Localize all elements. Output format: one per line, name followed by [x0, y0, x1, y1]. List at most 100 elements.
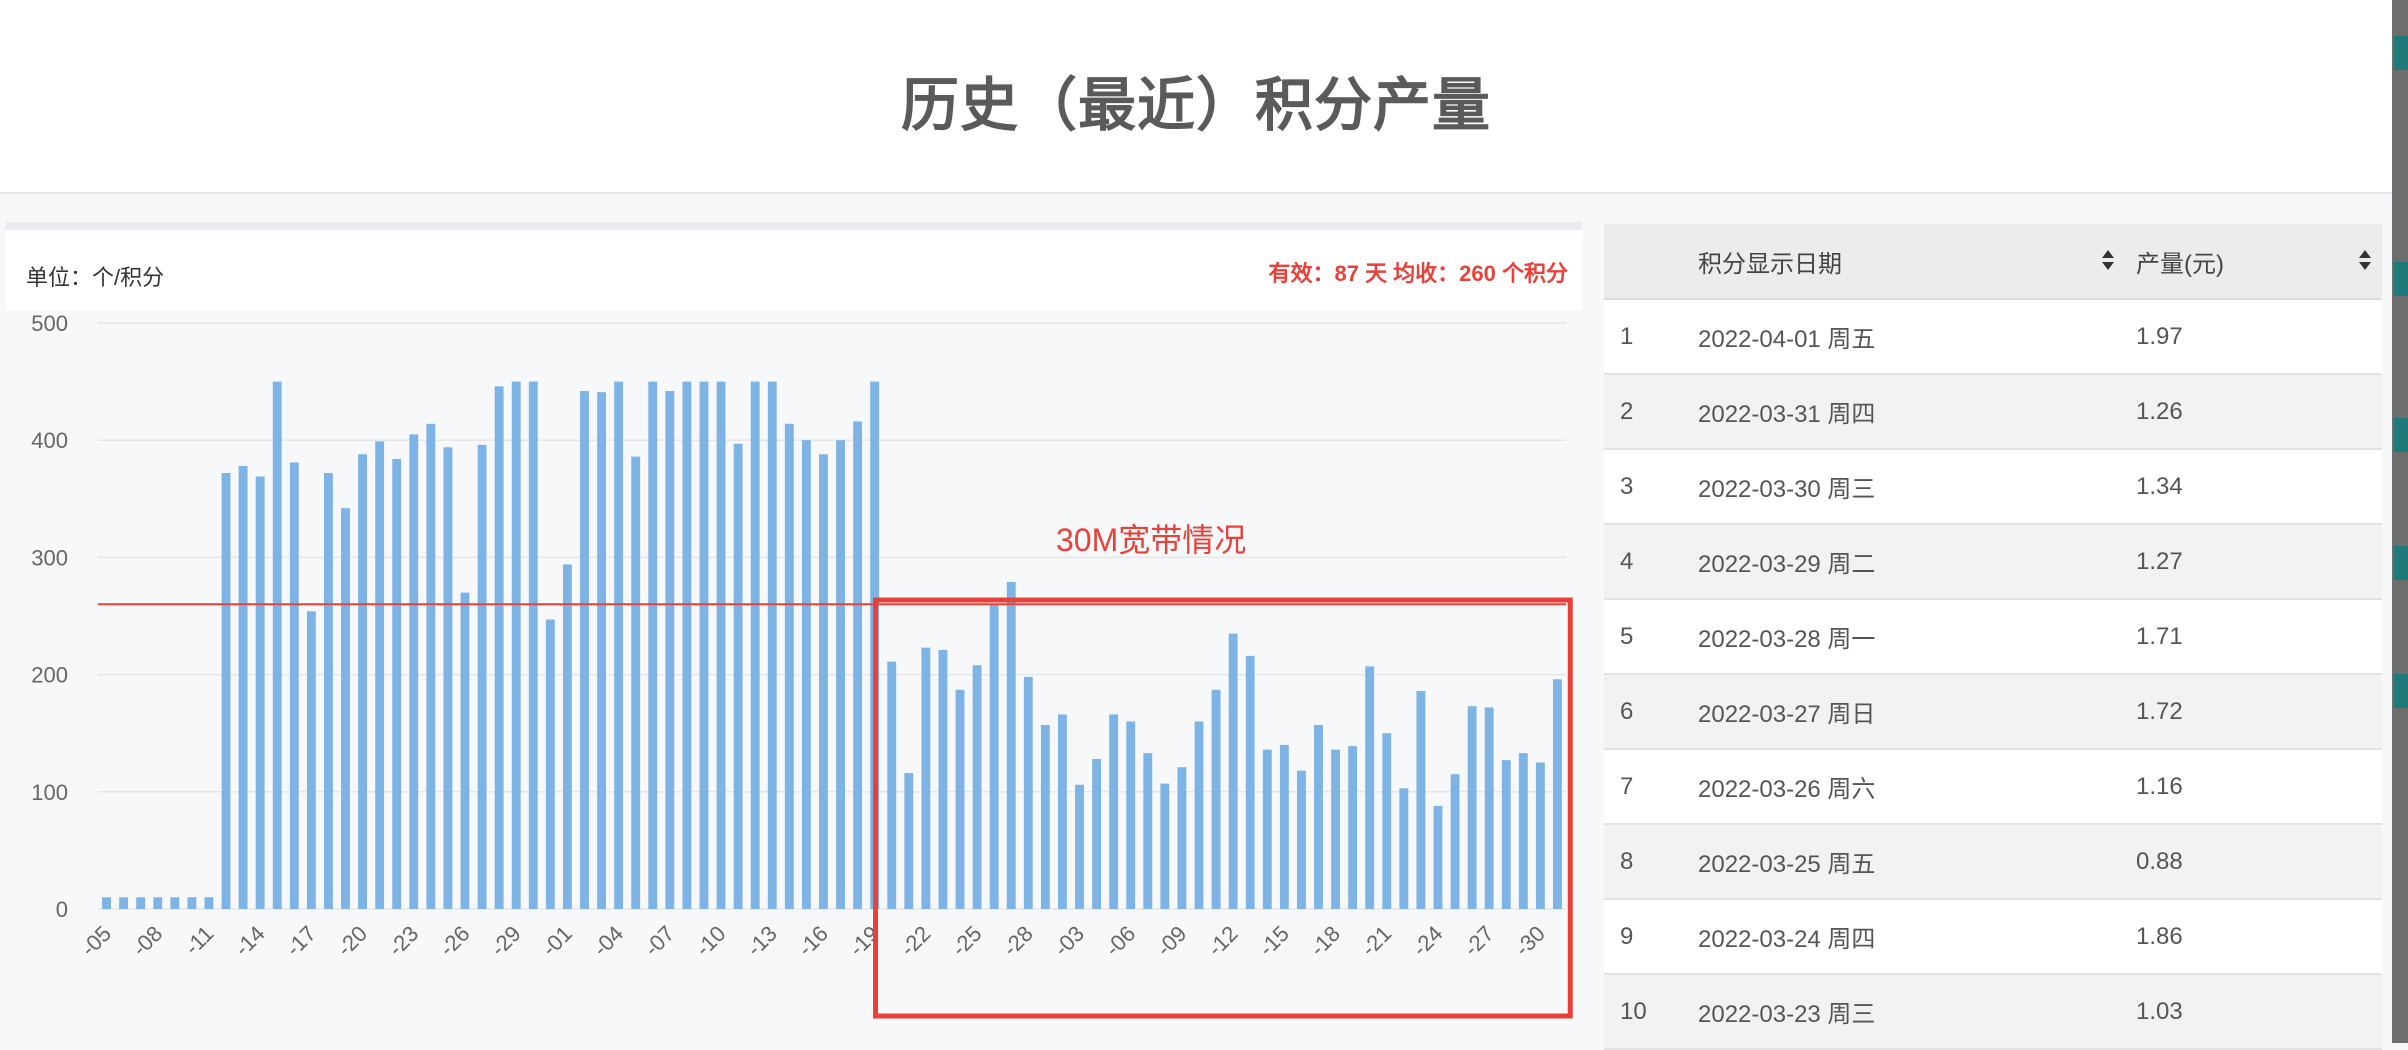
bar	[682, 381, 692, 910]
header-date-label: 积分显示日期	[1698, 250, 1842, 278]
bar	[341, 508, 350, 909]
bar	[255, 476, 265, 909]
edge-tab[interactable]	[2394, 418, 2408, 452]
table-row[interactable]: 6 2022-03-27 周日 1.72	[1604, 674, 2382, 750]
bar	[1467, 706, 1477, 909]
sort-icon[interactable]	[2101, 248, 2115, 272]
row-index: 5	[1604, 599, 1697, 675]
table-row[interactable]: 3 2022-03-30 周三 1.34	[1604, 449, 2382, 525]
row-index: 10	[1604, 974, 1697, 1050]
bar	[836, 440, 845, 909]
bar	[1194, 721, 1204, 909]
bar	[1228, 633, 1238, 909]
bar	[1314, 724, 1323, 909]
bar	[426, 423, 436, 909]
edge-tab[interactable]	[2394, 36, 2408, 70]
bar	[102, 897, 111, 909]
row-date: 2022-03-24 周四	[1697, 899, 2135, 975]
x-tick-label: -23	[383, 921, 423, 961]
bar	[1296, 770, 1306, 909]
x-tick-label: -06	[1100, 921, 1140, 961]
row-value: 1.27	[2135, 524, 2382, 600]
row-value: 1.72	[2135, 674, 2382, 750]
row-date: 2022-04-01 周五	[1697, 299, 2135, 375]
bar	[1092, 758, 1102, 909]
bar	[733, 443, 743, 909]
bar	[1058, 714, 1067, 909]
bar	[238, 465, 248, 909]
scrollbar[interactable]	[2392, 0, 2408, 1043]
x-tick-label: -26	[434, 921, 474, 961]
bar	[597, 392, 606, 909]
x-tick-label: -25	[946, 921, 986, 961]
bar	[767, 381, 777, 910]
bar	[221, 473, 231, 909]
header-value[interactable]: 产量(元)	[2135, 224, 2382, 300]
table-row[interactable]: 9 2022-03-24 周四 1.86	[1604, 899, 2382, 975]
bar	[1177, 767, 1187, 909]
edge-tab[interactable]	[2394, 546, 2408, 580]
bar	[1518, 753, 1528, 909]
bar	[1211, 689, 1221, 909]
x-tick-label: -15	[1254, 921, 1294, 961]
row-index: 9	[1604, 899, 1697, 975]
x-tick-label: -20	[332, 921, 372, 961]
x-tick-label: -16	[793, 921, 833, 961]
bar	[750, 381, 760, 910]
row-value: 1.71	[2135, 599, 2382, 675]
y-tick-label: 100	[31, 780, 68, 805]
edge-tab[interactable]	[2394, 262, 2408, 296]
row-value: 1.03	[2135, 974, 2382, 1050]
x-tick-label: -07	[639, 921, 679, 961]
edge-tab[interactable]	[2394, 674, 2408, 708]
bar	[1160, 783, 1170, 909]
table-row[interactable]: 7 2022-03-26 周六 1.16	[1604, 749, 2382, 825]
header-index	[1604, 224, 1697, 300]
chart-panel: 单位：个/积分 有效：87 天 均收：260 个积分 0 100 200 300 400…	[6, 222, 1582, 1043]
bar	[1279, 744, 1289, 909]
bar	[921, 647, 931, 909]
bar	[1245, 655, 1255, 909]
table-row[interactable]: 2 2022-03-31 周四 1.26	[1604, 374, 2382, 450]
table-row[interactable]: 8 2022-03-25 周五 0.88	[1604, 824, 2382, 900]
bar	[1433, 805, 1443, 909]
row-date: 2022-03-26 周六	[1697, 749, 2135, 825]
bar-chart: 0 100 200 300 400 500 -05 -08 -11 -14 -17 -20 -23 -26…	[31, 311, 1573, 1019]
row-value: 1.26	[2135, 374, 2382, 450]
header-date[interactable]: 积分显示日期	[1697, 224, 2135, 300]
bar	[1109, 714, 1119, 909]
table-row[interactable]: 5 2022-03-28 周一 1.71	[1604, 599, 2382, 675]
table-row[interactable]: 10 2022-03-23 周三 1.03	[1604, 974, 2382, 1050]
bar	[187, 897, 197, 909]
header-value-label: 产量(元)	[2136, 250, 2224, 278]
table-row[interactable]: 4 2022-03-29 周二 1.27	[1604, 524, 2382, 600]
bar	[631, 456, 641, 909]
bar	[170, 897, 180, 909]
bar	[1484, 707, 1494, 909]
page-header: 历史（最近）积分产量	[0, 0, 2392, 194]
bar	[1075, 784, 1084, 909]
bar	[204, 897, 214, 909]
row-index: 7	[1604, 749, 1697, 825]
table-row[interactable]: 1 2022-04-01 周五 1.97	[1604, 299, 2382, 375]
y-tick-label: 0	[56, 897, 68, 922]
page-title: 历史（最近）积分产量	[900, 73, 1491, 138]
bar	[545, 619, 555, 909]
row-index: 6	[1604, 674, 1697, 750]
bar	[289, 462, 299, 909]
annotation-label: 30M宽带情况	[1056, 522, 1246, 558]
x-tick-label: -21	[1356, 921, 1396, 961]
row-value: 1.16	[2135, 749, 2382, 825]
x-tick-label: -19	[844, 921, 884, 961]
row-value: 1.97	[2135, 299, 2382, 375]
bar	[1535, 762, 1545, 909]
x-tick-label: -11	[179, 921, 218, 960]
bar	[460, 592, 470, 909]
bar	[358, 454, 368, 909]
table-header-row: 积分显示日期 产量(元)	[1604, 224, 2382, 300]
unit-label: 单位：个/积分	[26, 265, 165, 290]
sort-icon[interactable]	[2358, 248, 2372, 272]
bar	[819, 454, 828, 909]
bar	[801, 440, 811, 909]
x-tick-label: -30	[1510, 921, 1550, 961]
